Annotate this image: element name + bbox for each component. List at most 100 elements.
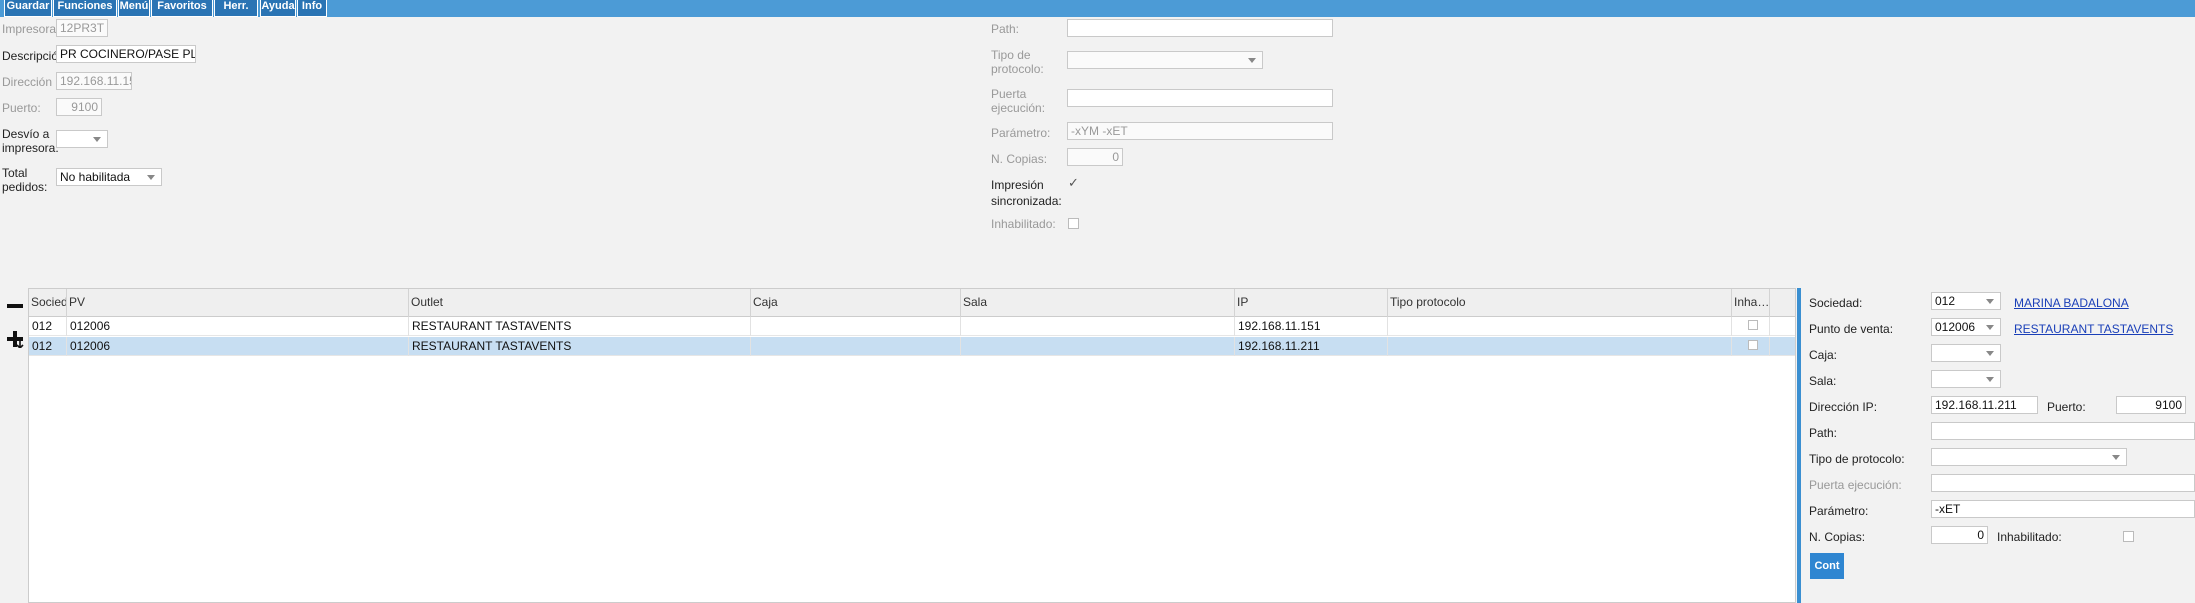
copias-label: N. Copias: (991, 152, 1048, 166)
detail-sala-label: Sala: (1809, 374, 1837, 388)
chevron-down-icon (1986, 377, 1994, 382)
total-label-line1: Total (2, 166, 28, 180)
cell-tipo (1388, 317, 1732, 336)
chevron-down-icon (1986, 351, 1994, 356)
cell-pv: 012006 (67, 317, 409, 336)
menu-menu[interactable]: Menú (118, 0, 150, 17)
descripcion-field[interactable]: PR COCINERO/PASE PL3 MBAD (56, 45, 196, 63)
detail-ip-field[interactable]: 192.168.11.211 (1931, 396, 2038, 414)
menu-info[interactable]: Info (297, 0, 327, 17)
sociedad-link[interactable]: MARINA BADALONA (2014, 296, 2129, 310)
grid-toolbar-icons (7, 304, 24, 348)
chevron-down-icon (2112, 455, 2120, 460)
detail-sociedad-label: Sociedad: (1809, 296, 1863, 310)
pv-link[interactable]: RESTAURANT TASTAVENTS (2014, 322, 2173, 336)
detail-pv-value: 012006 (1935, 320, 1976, 334)
tipo-protocolo-label-line1: Tipo de (991, 48, 1031, 62)
detail-puerto-field[interactable]: 9100 (2116, 396, 2186, 414)
puerto-field[interactable]: 9100 (56, 98, 102, 116)
tipo-protocolo-label-line2: protocolo: (991, 62, 1044, 76)
detail-caja-label: Caja: (1809, 348, 1838, 362)
col-tipo-protocolo[interactable]: Tipo protocolo (1388, 289, 1732, 317)
menu-funciones[interactable]: Funciones (53, 0, 117, 17)
continue-button[interactable]: Cont (1810, 553, 1844, 579)
detail-panel: Sociedad: 012 MARINA BADALONA Punto de v… (1801, 288, 2195, 603)
cell-inhabilitado (1732, 337, 1770, 356)
col-sala[interactable]: Sala (961, 289, 1235, 317)
menu-guardar[interactable]: Guardar (4, 0, 52, 17)
grid-header: Socied… PV Outlet Caja Sala IP Tipo prot… (29, 289, 1795, 317)
total-pedidos-select[interactable]: No habilitada (56, 168, 162, 186)
detail-pv-select[interactable]: 012006 (1931, 318, 2001, 336)
row-inhabilitado-checkbox[interactable] (1748, 320, 1758, 330)
cell-sociedad: 012 (29, 317, 67, 336)
path-label: Path: (991, 22, 1020, 36)
detail-tipo-protocolo-select[interactable] (1931, 448, 2127, 466)
grid-toolbar (0, 288, 28, 603)
table-row-selected[interactable]: 012 012006 RESTAURANT TASTAVENTS 192.168… (29, 337, 1795, 356)
impresora-field[interactable]: 12PR3T (56, 19, 108, 37)
cell-sala (961, 337, 1235, 356)
desvio-label-line2: impresora: (2, 141, 59, 155)
cell-outlet: RESTAURANT TASTAVENTS (409, 317, 751, 336)
impresion-sincronizada-checkbox[interactable]: ✓ (1068, 176, 1080, 189)
detail-caja-select[interactable] (1931, 344, 2001, 362)
row-inhabilitado-checkbox[interactable] (1748, 340, 1758, 350)
parametro-label: Parámetro: (991, 126, 1051, 140)
cell-outlet: RESTAURANT TASTAVENTS (409, 337, 751, 356)
col-pv[interactable]: PV (67, 289, 409, 317)
chevron-down-icon (147, 175, 155, 180)
detail-path-field[interactable] (1931, 422, 2195, 440)
puerta-ejecucion-label-line2: ejecución: (991, 101, 1046, 115)
detail-sociedad-select[interactable]: 012 (1931, 292, 2001, 310)
col-ip[interactable]: IP (1235, 289, 1388, 317)
sincronizada-label-line2: sincronizada: (991, 194, 1062, 208)
printers-grid: Socied… PV Outlet Caja Sala IP Tipo prot… (28, 288, 1796, 603)
cell-caja (751, 317, 961, 336)
cell-pv: 012006 (67, 337, 409, 356)
cell-ip: 192.168.11.211 (1235, 337, 1388, 356)
menu-ayuda[interactable]: Ayuda (260, 0, 296, 17)
tipo-protocolo-select[interactable] (1067, 51, 1263, 69)
col-inhabilitado[interactable]: Inha… (1732, 289, 1770, 317)
remove-row-icon[interactable] (7, 304, 23, 308)
detail-puerta-ejecucion-field[interactable] (1931, 474, 2195, 492)
chevron-down-icon (93, 137, 101, 142)
parametro-field[interactable]: -xYM -xET (1067, 122, 1333, 140)
puerta-ejecucion-field[interactable] (1067, 89, 1333, 107)
cell-tipo (1388, 337, 1732, 356)
desvio-label-line1: Desvío a (2, 127, 50, 141)
menu-favoritos[interactable]: Favoritos (151, 0, 213, 17)
impresora-label: Impresora: (2, 22, 60, 36)
cell-sociedad: 012 (29, 337, 67, 356)
add-row-icon[interactable] (7, 331, 24, 348)
col-outlet[interactable]: Outlet (409, 289, 751, 317)
col-caja[interactable]: Caja (751, 289, 961, 317)
menu-herr[interactable]: Herr. (214, 0, 258, 17)
detail-pv-label: Punto de venta: (1809, 322, 1894, 336)
chevron-down-icon (1986, 299, 1994, 304)
detail-copias-label: N. Copias: (1809, 530, 1866, 544)
detail-parametro-field[interactable]: -xET (1931, 500, 2195, 518)
detail-puerta-ejecucion-label: Puerta ejecución: (1809, 478, 1902, 492)
chevron-down-icon (1248, 58, 1256, 63)
cell-inhabilitado (1732, 317, 1770, 336)
total-label-line2: pedidos: (2, 180, 48, 194)
copias-field[interactable]: 0 (1067, 148, 1123, 166)
detail-ip-label: Dirección IP: (1809, 400, 1878, 414)
chevron-down-icon (1986, 325, 1994, 330)
col-sociedad[interactable]: Socied… (29, 289, 67, 317)
total-pedidos-value: No habilitada (60, 170, 131, 184)
ip-field[interactable]: 192.168.11.151 (56, 72, 132, 90)
inhabilitado-checkbox[interactable] (1068, 218, 1079, 229)
menu-bar: Guardar Funciones Menú Favoritos Herr. A… (0, 0, 2195, 17)
table-row[interactable]: 012 012006 RESTAURANT TASTAVENTS 192.168… (29, 317, 1795, 336)
detail-inhabilitado-checkbox[interactable] (2123, 531, 2134, 542)
puerta-ejecucion-label-line1: Puerta (991, 87, 1027, 101)
detail-inhabilitado-label: Inhabilitado: (1997, 530, 2062, 544)
desvio-select[interactable] (56, 130, 108, 148)
detail-sala-select[interactable] (1931, 370, 2001, 388)
inhabilitado-label: Inhabilitado: (991, 217, 1056, 231)
path-field[interactable] (1067, 19, 1333, 37)
detail-copias-field[interactable]: 0 (1931, 526, 1988, 544)
